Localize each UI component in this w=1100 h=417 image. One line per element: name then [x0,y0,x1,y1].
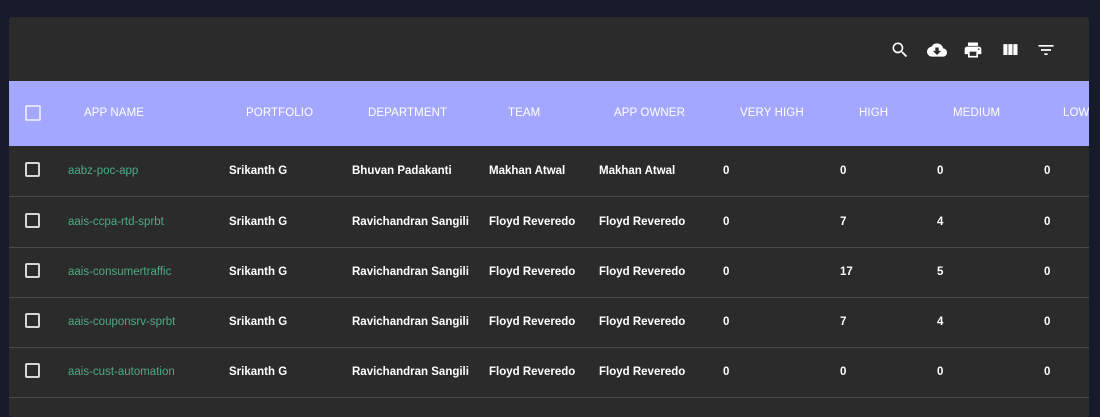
table-toolbar [9,17,1089,81]
team-cell: Floyd Reveredo [489,366,576,378]
app-name-link[interactable]: aabz-poc-app [68,146,138,196]
portfolio-cell: Srikanth G [229,165,288,177]
team-cell: Floyd Reveredo [489,316,576,328]
view-column-icon [1003,44,1018,55]
column-header-app-name[interactable]: APP NAME [84,81,144,146]
team-cell: Makhan Atwal [489,165,566,177]
department-cell: Bhuvan Padakanti [352,165,452,177]
row-checkbox[interactable] [25,363,40,378]
portfolio-cell: Srikanth G [229,266,288,278]
very-high-count: 0 [723,165,730,177]
app-name-link[interactable]: aais-couponsrv-sprbt [68,297,175,347]
column-header-app-owner[interactable]: APP OWNER [614,81,685,146]
high-count: 0 [840,165,847,177]
app-name-link[interactable]: aais-cust-automation [68,347,175,397]
row-checkbox[interactable] [25,162,40,177]
team-cell: Floyd Reveredo [489,266,576,278]
app-name-link[interactable]: aais-ccpa-rtd-sprbt [68,197,164,247]
portfolio-cell: Srikanth G [229,366,288,378]
search-button[interactable] [889,39,911,61]
low-count: 0 [1044,165,1051,177]
medium-count: 4 [937,216,944,228]
table-row: aais-cust-automation Srikanth G Ravichan… [9,347,1089,398]
table-row: aabz-poc-app Srikanth G Bhuvan Padakanti… [9,146,1089,197]
app-owner-cell: Floyd Reveredo [599,216,686,228]
team-cell: Floyd Reveredo [489,216,576,228]
very-high-count: 0 [723,366,730,378]
print-button[interactable] [962,39,984,61]
high-count: 17 [840,266,853,278]
department-cell: Ravichandran Sangili [352,266,469,278]
department-cell: Ravichandran Sangili [352,216,469,228]
low-count: 0 [1044,316,1051,328]
medium-count: 0 [937,366,944,378]
table-row: aais-ccpa-rtd-sprbt Srikanth G Ravichand… [9,197,1089,248]
app-owner-cell: Makhan Atwal [599,165,676,177]
print-icon [964,42,982,58]
column-header-low[interactable]: LOW [1063,81,1089,146]
column-header-medium[interactable]: MEDIUM [953,81,1000,146]
table-row: aais-consumertraffic Srikanth G Ravichan… [9,247,1089,298]
medium-count: 0 [937,165,944,177]
department-cell: Ravichandran Sangili [352,316,469,328]
low-count: 0 [1044,366,1051,378]
very-high-count: 0 [723,266,730,278]
portfolio-cell: Srikanth G [229,216,288,228]
department-cell: Ravichandran Sangili [352,366,469,378]
app-owner-cell: Floyd Reveredo [599,366,686,378]
download-button[interactable] [926,39,948,61]
row-checkbox[interactable] [25,213,40,228]
low-count: 0 [1044,266,1051,278]
search-icon [892,42,908,58]
filter-button[interactable] [1035,39,1057,61]
table-header: APP NAME PORTFOLIO DEPARTMENT TEAM APP O… [9,81,1089,146]
column-header-very-high[interactable]: VERY HIGH [740,81,804,146]
very-high-count: 0 [723,316,730,328]
portfolio-cell: Srikanth G [229,316,288,328]
app-owner-cell: Floyd Reveredo [599,316,686,328]
high-count: 0 [840,366,847,378]
row-checkbox[interactable] [25,313,40,328]
column-header-portfolio[interactable]: PORTFOLIO [246,81,313,146]
high-count: 7 [840,316,847,328]
app-owner-cell: Floyd Reveredo [599,266,686,278]
high-count: 7 [840,216,847,228]
table-row: aais-couponsrv-sprbt Srikanth G Ravichan… [9,297,1089,348]
medium-count: 4 [937,316,944,328]
filter-list-icon [1038,45,1054,55]
cloud-download-icon [927,43,947,57]
column-header-high[interactable]: HIGH [859,81,888,146]
medium-count: 5 [937,266,944,278]
column-header-team[interactable]: TEAM [508,81,540,146]
very-high-count: 0 [723,216,730,228]
select-all-checkbox[interactable] [25,105,41,121]
low-count: 0 [1044,216,1051,228]
app-name-link[interactable]: aais-consumertraffic [68,247,171,297]
row-checkbox[interactable] [25,263,40,278]
view-columns-button[interactable] [999,39,1021,61]
data-table-panel: APP NAME PORTFOLIO DEPARTMENT TEAM APP O… [9,17,1089,417]
column-header-department[interactable]: DEPARTMENT [368,81,447,146]
